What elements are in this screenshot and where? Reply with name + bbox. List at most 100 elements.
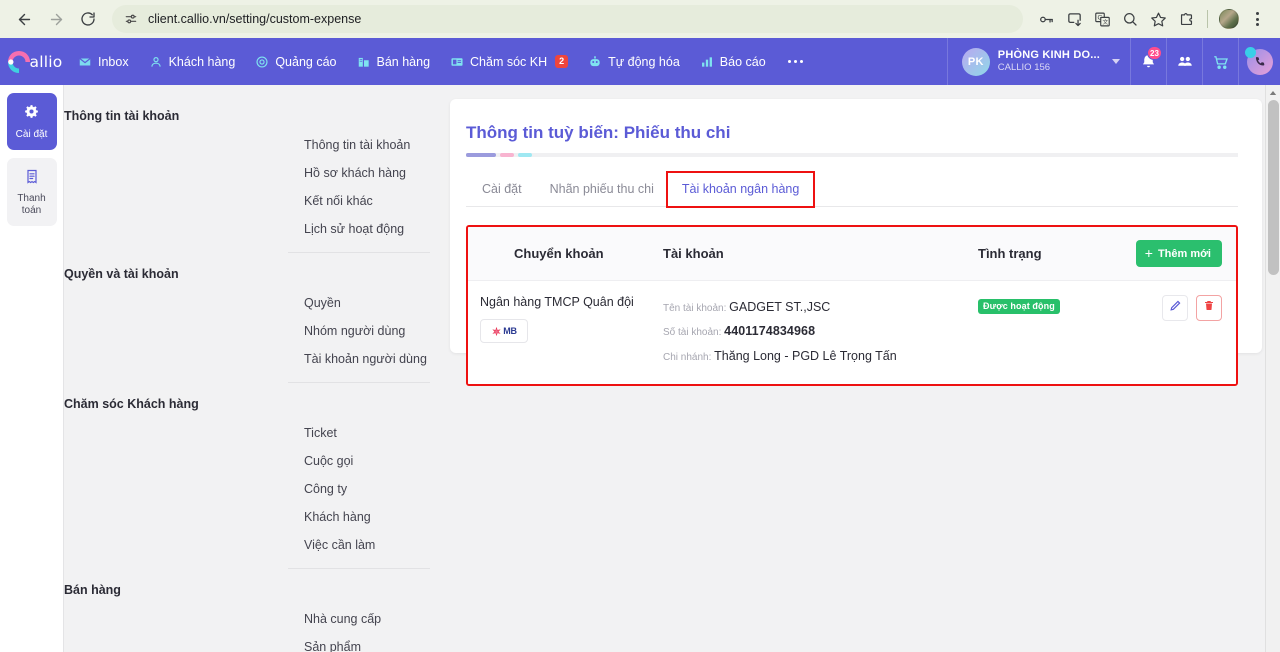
menu-divider [288,252,430,253]
menu-group-quyen-va-tai-khoan: Quyền và tài khoản Quyền Nhóm người dùng… [64,257,430,373]
nav-item-quang-cao[interactable]: Quảng cáo [245,38,346,85]
menu-link-ticket[interactable]: Ticket [64,419,430,447]
user-avatar: PK [961,47,990,76]
branch-value: Thăng Long - PGD Lê Trọng Tấn [714,348,897,363]
browser-toolbar: client.callio.vn/setting/custom-expense … [0,0,1280,38]
user-name: PHÒNG KINH DO... [997,48,1100,61]
customer-icon [149,55,163,69]
nav-item-bao-cao[interactable]: Báo cáo [690,38,776,85]
menu-link-ket-noi-khac[interactable]: Kết nối khác [64,187,430,215]
mb-star-icon [492,326,501,336]
bookmark-star-icon[interactable] [1145,6,1171,32]
address-bar[interactable]: client.callio.vn/setting/custom-expense [112,5,1023,33]
extensions-puzzle-icon[interactable] [1173,6,1199,32]
nav-label: Bán hàng [376,54,431,69]
tab-cai-dat[interactable]: Cài đặt [468,173,536,206]
account-name-value: GADGET ST.,JSC [729,300,831,314]
branch-label: Chi nhánh: [663,351,712,363]
rail-item-cai-dat[interactable]: Cài đặt [6,93,57,150]
people-button[interactable] [1166,38,1202,85]
menu-divider [288,382,430,383]
branch-line: Chi nhánh: Thăng Long - PGD Lê Trọng Tấn [663,344,978,368]
mb-bank-logo: MB [480,319,528,343]
rail-item-thanh-toan[interactable]: Thanh toán [6,157,57,226]
password-key-icon[interactable] [1033,6,1059,32]
nav-item-inbox[interactable]: Inbox [68,38,139,85]
forward-button[interactable] [42,5,70,33]
tab-tai-khoan-ngan-hang[interactable]: Tài khoản ngân hàng [665,171,816,208]
main-content: Thông tin tuỳ biến: Phiếu thu chi Cài đặ… [430,85,1280,652]
tab-nhan-phieu-thu-chi[interactable]: Nhãn phiếu thu chi [536,173,668,206]
menu-group-cham-soc-khach-hang: Chăm sóc Khách hàng Ticket Cuộc gọi Công… [64,387,430,559]
account-name-line: Tên tài khoản: GADGET ST.,JSC [663,295,978,319]
callio-logo-icon [6,49,32,75]
menu-divider [288,568,430,569]
page-title: Thông tin tuỳ biến: Phiếu thu chi [466,123,731,142]
cart-button[interactable] [1202,38,1238,85]
menu-link-nha-cung-cap[interactable]: Nhà cung cấp [64,605,430,633]
install-app-icon[interactable] [1061,6,1087,32]
menu-link-lich-su-hoat-dong[interactable]: Lịch sử hoạt động [64,215,430,243]
profile-avatar[interactable] [1216,6,1242,32]
rail-item-label: Thanh toán [17,193,46,217]
nav-label: Chăm sóc KH [470,54,548,69]
pencil-edit-icon [1169,299,1182,317]
menu-link-nhom-nguoi-dung[interactable]: Nhóm người dùng [64,317,430,345]
reload-button[interactable] [74,5,102,33]
tab-bar: Cài đặt Nhãn phiếu thu chi Tài khoản ngâ… [466,171,1238,208]
menu-group-title: Bán hàng [64,583,121,597]
user-subtitle: CALLIO 156 [997,62,1051,74]
menu-link-ho-so-khach-hang[interactable]: Hồ sơ khách hàng [64,159,430,187]
nav-label: Inbox [98,54,129,69]
menu-link-san-pham[interactable]: Sản phẩm [64,633,430,652]
nav-item-tu-dong-hoa[interactable]: Tự động hóa [578,38,690,85]
cell-bank: Ngân hàng TMCP Quân đội MB [478,295,653,368]
menu-link-quyen[interactable]: Quyền [64,289,430,317]
rail-item-label: Cài đặt [15,128,48,140]
edit-button[interactable] [1162,295,1188,321]
add-new-label: Thêm mới [1157,247,1211,260]
translate-icon[interactable]: G文 [1089,6,1115,32]
menu-group-title: Quyền và tài khoản [64,267,179,281]
delete-button[interactable] [1196,295,1222,321]
phone-call-button[interactable] [1238,38,1280,85]
callio-logo[interactable]: allio [0,38,68,85]
table-row: Ngân hàng TMCP Quân đội MB Tên tài khoản… [468,281,1236,385]
menu-link-viec-can-lam[interactable]: Việc cần làm [64,531,430,559]
page-scrollbar[interactable] [1265,85,1280,652]
menu-link-khach-hang[interactable]: Khách hàng [64,503,430,531]
menu-group-thong-tin-tai-khoan: Thông tin tài khoản Thông tin tài khoản … [64,99,430,243]
menu-group-ban-hang: Bán hàng Nhà cung cấp Sản phẩm Đơn hàng … [64,573,430,652]
url-text: client.callio.vn/setting/custom-expense [148,12,362,26]
nav-item-cham-soc-kh[interactable]: Chăm sóc KH 2 [440,38,578,85]
app-nav-right: PK PHÒNG KINH DO... CALLIO 156 23 [946,38,1280,85]
scrollbar-up-arrow[interactable] [1266,85,1280,100]
toolbar-divider [1207,10,1208,28]
account-number-label: Số tài khoản: [663,327,722,339]
add-new-button[interactable]: + Thêm mới [1135,240,1222,267]
scrollbar-thumb[interactable] [1268,100,1279,275]
nav-label: Báo cáo [719,54,766,69]
nav-item-khach-hang[interactable]: Khách hàng [139,38,246,85]
bank-accounts-table: Chuyển khoản Tài khoản Tình trạng + Thêm… [466,225,1238,387]
three-dot-menu-icon[interactable] [1244,6,1270,32]
plus-icon: + [1144,245,1153,261]
notifications-button[interactable]: 23 [1130,38,1166,85]
chevron-down-icon [1112,59,1120,64]
site-settings-icon[interactable] [124,12,138,26]
account-name-label: Tên tài khoản: [663,303,727,314]
menu-link-thong-tin-tai-khoan[interactable]: Thông tin tài khoản [64,131,430,159]
nav-label: Khách hàng [168,54,236,69]
support-icon [450,55,464,69]
zoom-search-icon[interactable] [1117,6,1143,32]
left-rail: Cài đặt Thanh toán [0,85,64,652]
robot-icon [588,55,602,69]
menu-link-tai-khoan-nguoi-dung[interactable]: Tài khoản người dùng [64,345,430,373]
nav-item-ban-hang[interactable]: Bán hàng [347,38,441,85]
back-button[interactable] [10,5,38,33]
menu-link-cuoc-goi[interactable]: Cuộc gọi [64,447,430,475]
status-badge: Được hoạt động [978,299,1060,314]
nav-more-menu[interactable] [776,38,816,85]
user-account-menu[interactable]: PK PHÒNG KINH DO... CALLIO 156 [946,38,1130,85]
menu-link-cong-ty[interactable]: Công ty [64,475,430,503]
